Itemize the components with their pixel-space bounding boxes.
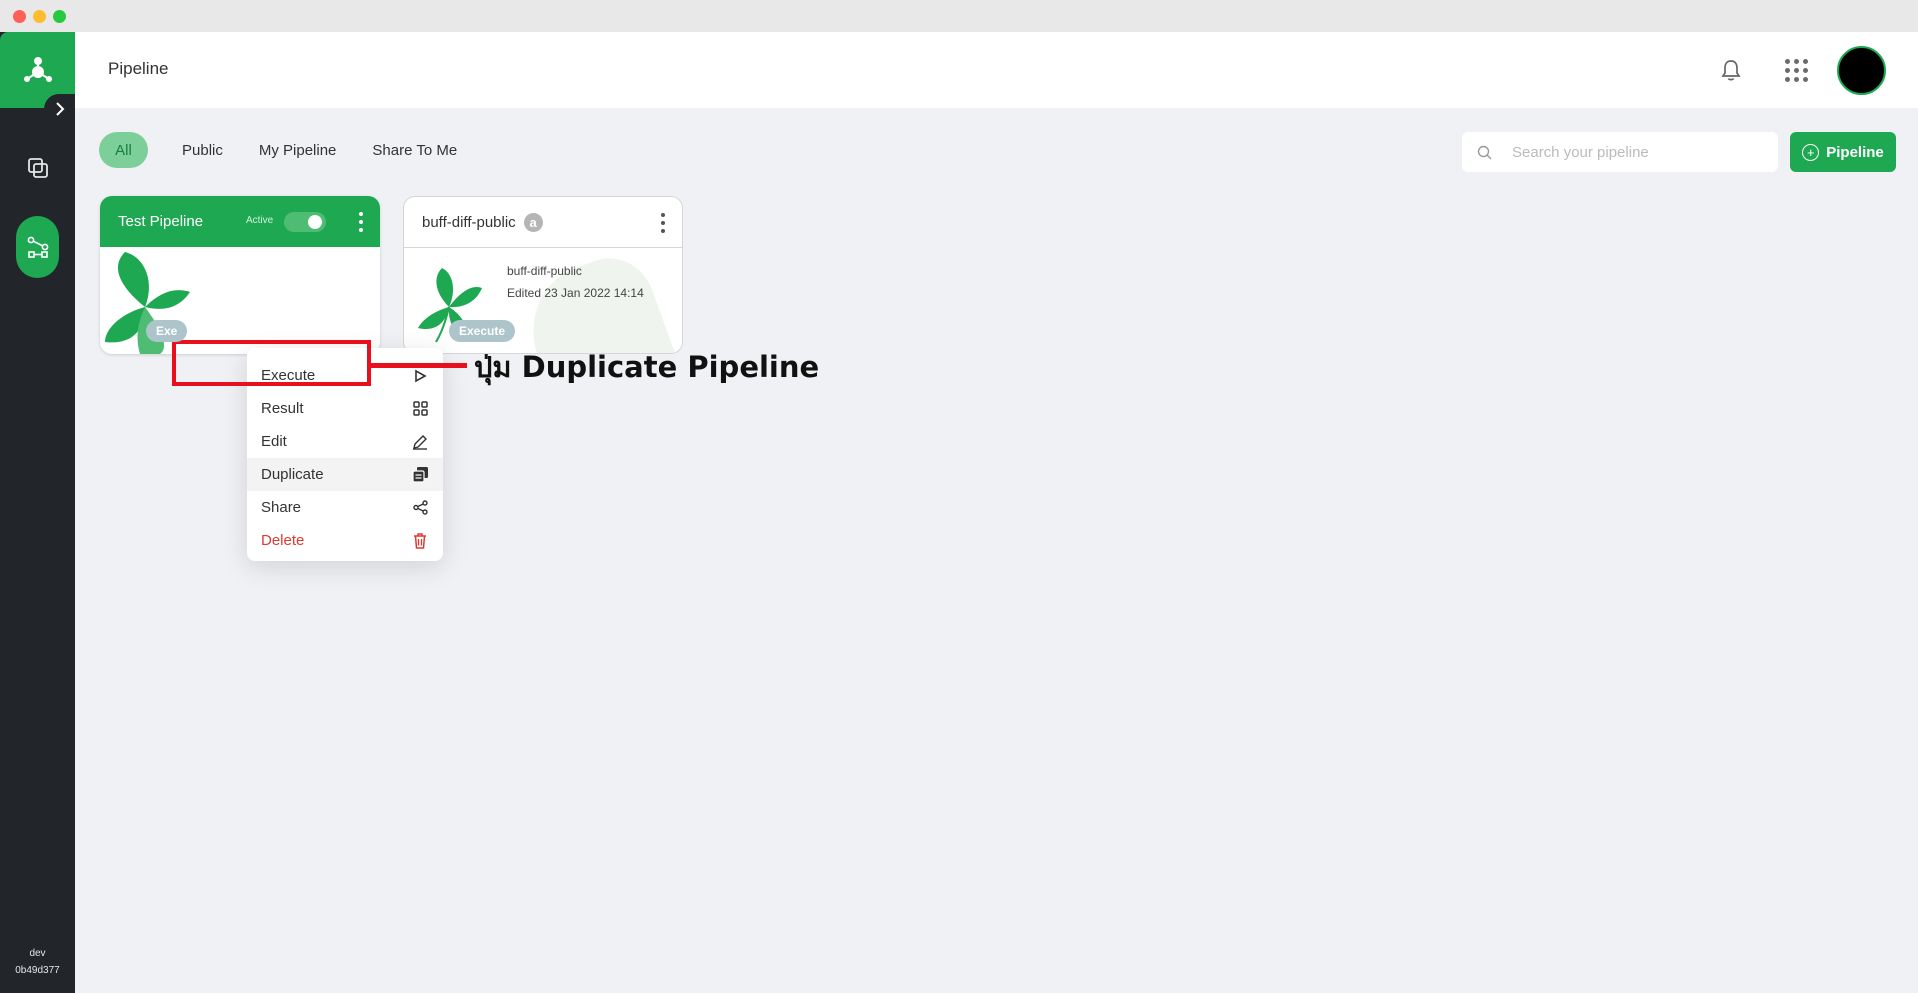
sidebar-item-pipeline[interactable]	[16, 216, 59, 278]
menu-item-edit[interactable]: Edit	[247, 425, 443, 458]
menu-item-share[interactable]: Share	[247, 491, 443, 524]
active-toggle[interactable]	[284, 212, 326, 232]
menu-item-duplicate[interactable]: Duplicate	[247, 458, 443, 491]
pipeline-card-header: buff-diff-public a	[404, 197, 682, 248]
play-icon	[411, 367, 429, 385]
pipeline-card[interactable]: buff-diff-public a buff-diff-public Edit…	[403, 196, 683, 354]
pipeline-edited: Edited 23 Jan 2022 14:14	[507, 286, 644, 300]
search-box	[1462, 132, 1778, 172]
top-header: Pipeline	[75, 32, 1918, 108]
filter-tabs: All Public My Pipeline Share To Me	[99, 132, 479, 168]
menu-item-result[interactable]: Result	[247, 392, 443, 425]
close-window-button[interactable]	[13, 10, 26, 23]
pipeline-card-title: Test Pipeline	[118, 213, 204, 230]
add-pipeline-button[interactable]: + Pipeline	[1790, 132, 1896, 172]
sidebar-item-dataset[interactable]	[16, 146, 59, 189]
minimize-window-button[interactable]	[33, 10, 46, 23]
pipeline-card-body: Exe	[100, 247, 380, 354]
more-options-button[interactable]	[358, 212, 364, 232]
menu-item-label: Edit	[261, 433, 287, 450]
notification-button[interactable]	[1717, 56, 1745, 84]
tab-share-to-me[interactable]: Share To Me	[358, 132, 471, 168]
maximize-window-button[interactable]	[53, 10, 66, 23]
execute-badge[interactable]: Execute	[449, 320, 516, 342]
sidebar-expand-button[interactable]	[44, 94, 75, 124]
pipeline-card-header: Test Pipeline Active	[100, 196, 380, 247]
share-icon	[411, 499, 429, 517]
menu-item-label: Share	[261, 499, 302, 516]
sidebar: dev 0b49d377	[0, 32, 75, 993]
avatar[interactable]	[1837, 46, 1886, 95]
active-label: Active	[246, 215, 274, 226]
public-badge: a	[523, 212, 543, 232]
page-title: Pipeline	[108, 59, 169, 78]
pipeline-name: buff-diff-public	[507, 264, 582, 278]
trash-icon	[411, 532, 429, 550]
main-content: All Public My Pipeline Share To Me + Pip…	[75, 108, 1918, 993]
app-logo-icon	[23, 57, 52, 82]
apps-grid-icon[interactable]	[1782, 56, 1810, 84]
tab-all[interactable]: All	[99, 132, 148, 168]
tab-public[interactable]: Public	[168, 132, 237, 168]
pipeline-card-title: buff-diff-public	[422, 213, 516, 231]
env-label: dev	[29, 948, 46, 959]
annotation-label: ปุ่ม Duplicate Pipeline	[474, 350, 820, 384]
more-options-button[interactable]	[660, 213, 666, 233]
annotation-connector-line	[371, 363, 467, 368]
add-pipeline-label: Pipeline	[1826, 143, 1884, 161]
menu-item-label: Result	[261, 400, 304, 417]
search-icon	[1476, 144, 1492, 160]
chevron-right-icon	[55, 102, 64, 116]
search-input[interactable]	[1512, 143, 1772, 161]
menu-item-delete[interactable]: Delete	[247, 524, 443, 557]
grid-icon	[411, 400, 429, 418]
pipeline-card-body: buff-diff-public Edited 23 Jan 2022 14:1…	[404, 248, 682, 353]
pipeline-flow-icon	[27, 236, 48, 258]
pencil-icon	[411, 433, 429, 451]
window-titlebar	[0, 0, 1918, 32]
pipeline-card-info: buff-diff-public Edited 23 Jan 2022 14:1…	[507, 260, 644, 304]
menu-item-label: Duplicate	[261, 466, 324, 483]
bell-icon	[1721, 60, 1741, 81]
pipeline-card[interactable]: Test Pipeline Active Exe	[100, 196, 380, 354]
copy-icon	[411, 466, 429, 484]
plus-circle-icon: +	[1802, 143, 1820, 161]
menu-item-label: Delete	[261, 532, 305, 549]
layers-icon	[27, 157, 48, 178]
execute-badge[interactable]: Exe	[146, 320, 188, 342]
tab-my-pipeline[interactable]: My Pipeline	[245, 132, 351, 168]
sidebar-footer: dev 0b49d377	[0, 945, 75, 979]
version-label: 0b49d377	[15, 965, 60, 976]
